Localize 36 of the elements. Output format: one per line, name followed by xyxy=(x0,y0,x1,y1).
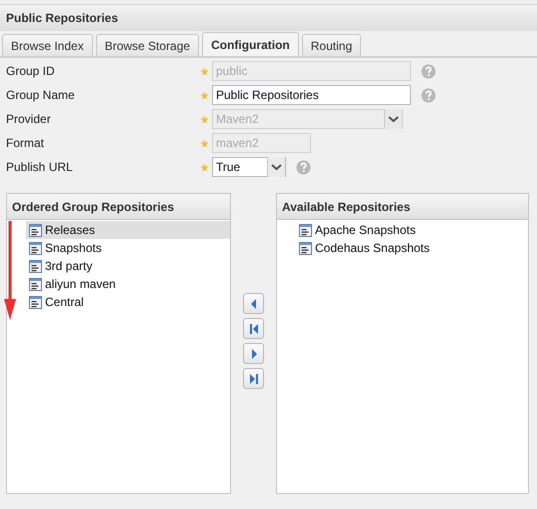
tab[interactable]: Configuration xyxy=(202,32,299,56)
list-icon xyxy=(29,260,42,272)
panel-header: Ordered Group Repositories xyxy=(12,200,174,214)
repository-item[interactable]: aliyun maven xyxy=(26,275,230,293)
repository-item[interactable]: Central xyxy=(26,293,230,311)
list-icon xyxy=(29,278,42,290)
move-all-button[interactable] xyxy=(243,318,264,339)
list-icon xyxy=(29,242,42,254)
field-label: Provider xyxy=(5,112,52,126)
first-arrow-icon xyxy=(248,322,260,336)
move-button[interactable] xyxy=(243,343,264,364)
repository-item[interactable]: Codehaus Snapshots xyxy=(296,239,528,257)
caret-icon xyxy=(267,157,285,177)
list-icon xyxy=(299,224,312,236)
repository-item[interactable]: Releases xyxy=(26,221,230,239)
field-label: Group Name xyxy=(5,88,76,102)
caret-icon xyxy=(384,109,402,129)
field-label: Format xyxy=(5,136,46,150)
list-icon xyxy=(29,296,42,308)
field-label: Publish URL xyxy=(5,160,74,174)
last-arrow-icon xyxy=(248,372,260,386)
dropdown-field[interactable]: True xyxy=(212,157,286,177)
field-label: Group ID xyxy=(5,64,56,78)
repository-item[interactable]: 3rd party xyxy=(26,257,230,275)
move-all-button[interactable] xyxy=(243,368,264,389)
tab[interactable]: Routing xyxy=(302,34,362,56)
list-icon xyxy=(299,242,312,254)
repository-item[interactable]: Snapshots xyxy=(26,239,230,257)
tab[interactable]: Browse Index xyxy=(2,34,93,56)
text-field[interactable]: Public Repositories xyxy=(212,85,411,105)
panel-header: Available Repositories xyxy=(282,200,410,214)
panel-title: Public Repositories xyxy=(6,11,118,25)
repository-item[interactable]: Apache Snapshots xyxy=(296,221,528,239)
tab[interactable]: Browse Storage xyxy=(96,34,200,56)
list-icon xyxy=(29,224,42,236)
move-button[interactable] xyxy=(243,293,264,314)
